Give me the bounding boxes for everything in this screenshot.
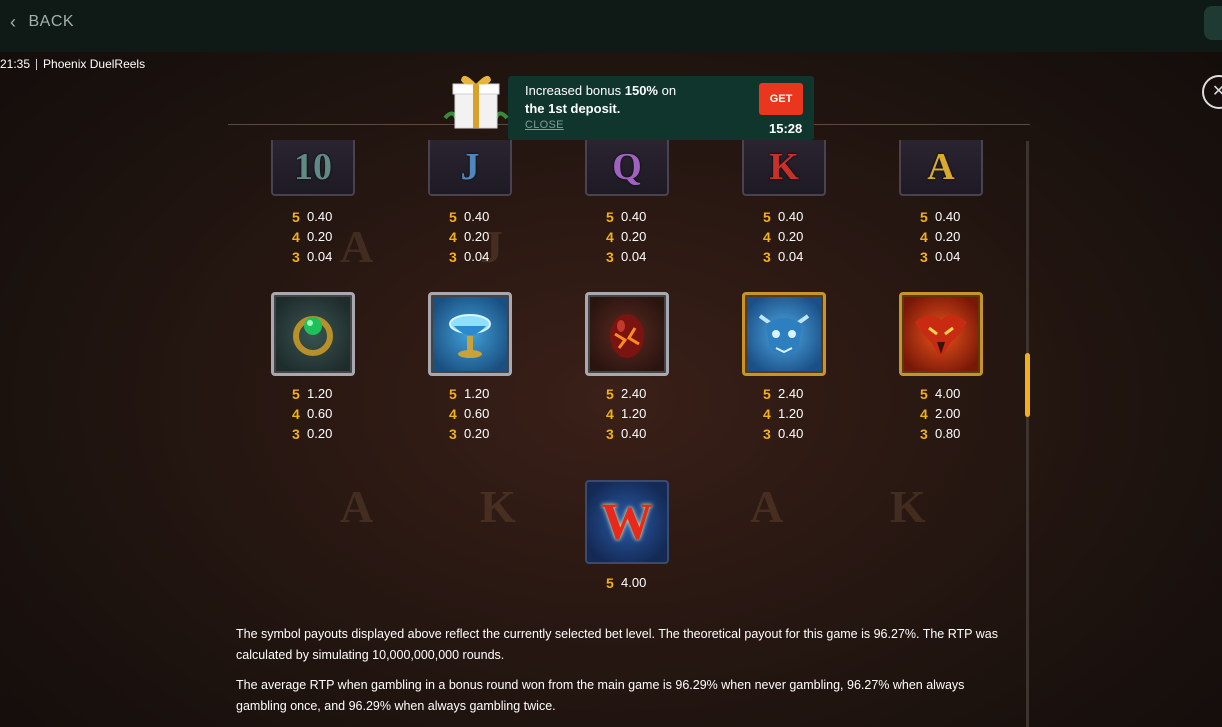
paytable-values: 5 0.40 4 0.20 3 0.04 — [606, 209, 647, 265]
green-ring-icon — [271, 292, 355, 376]
scrollbar-thumb[interactable] — [1025, 353, 1030, 417]
clock: 21:35 — [0, 57, 31, 71]
paytable-values: 5 0.40 4 0.20 3 0.04 — [449, 209, 490, 265]
dragon-egg-icon — [585, 292, 669, 376]
paytable-values: 5 2.40 4 1.20 3 0.40 — [606, 386, 647, 442]
status-row: 21:35 Phoenix DuelReels — [0, 56, 145, 72]
promo-banner: Increased bonus 150% on the 1st deposit.… — [443, 74, 814, 140]
gift-icon — [443, 68, 509, 134]
symbol-q: Q — [585, 140, 669, 196]
symbol-j: J — [428, 140, 512, 196]
paytable-panel: 10 J Q K A 5 0.40 4 0.20 3 0.04 5 0.40 4 0.20… — [228, 124, 1030, 727]
paytable-values: 5 0.40 4 0.20 3 0.04 — [292, 209, 333, 265]
blue-chalice-icon — [428, 292, 512, 376]
rtp-description: The symbol payouts displayed above refle… — [236, 627, 998, 662]
back-button[interactable]: ‹ BACK — [10, 10, 74, 34]
divider — [36, 58, 38, 70]
top-bar: ‹ BACK — [0, 0, 1222, 52]
gamble-rtp-description: The average RTP when gambling in a bonus… — [236, 678, 965, 713]
back-label: BACK — [28, 13, 75, 30]
logo-icon — [1204, 6, 1222, 40]
game-title: Phoenix DuelReels — [43, 57, 146, 71]
wild-symbol: W — [585, 480, 669, 564]
scrollbar-track[interactable] — [1026, 141, 1029, 727]
symbol-k: K — [742, 140, 826, 196]
promo-timer: 15:28 — [769, 121, 803, 136]
get-bonus-button[interactable]: GET — [759, 83, 803, 115]
paytable-values: 5 4.00 — [606, 575, 647, 591]
paytable-values: 5 4.00 4 2.00 3 0.80 — [920, 386, 961, 442]
paytable-values: 5 1.20 4 0.60 3 0.20 — [449, 386, 490, 442]
promo-message: Increased bonus 150% on the 1st deposit. — [525, 83, 677, 116]
symbol-10: 10 — [271, 140, 355, 196]
paytable-values: 5 0.40 4 0.20 3 0.04 — [920, 209, 961, 265]
promo-close-link[interactable]: CLOSE — [525, 119, 564, 131]
paytable-values: 5 2.40 4 1.20 3 0.40 — [763, 386, 804, 442]
close-icon[interactable]: ✕ — [1202, 75, 1222, 109]
chevron-left-icon: ‹ — [10, 12, 17, 32]
phoenix-icon — [899, 292, 983, 376]
paytable-values: 5 1.20 4 0.60 3 0.20 — [292, 386, 333, 442]
paytable-values: 5 0.40 4 0.20 3 0.04 — [763, 209, 804, 265]
blue-dragon-icon — [742, 292, 826, 376]
symbol-a: A — [899, 140, 983, 196]
